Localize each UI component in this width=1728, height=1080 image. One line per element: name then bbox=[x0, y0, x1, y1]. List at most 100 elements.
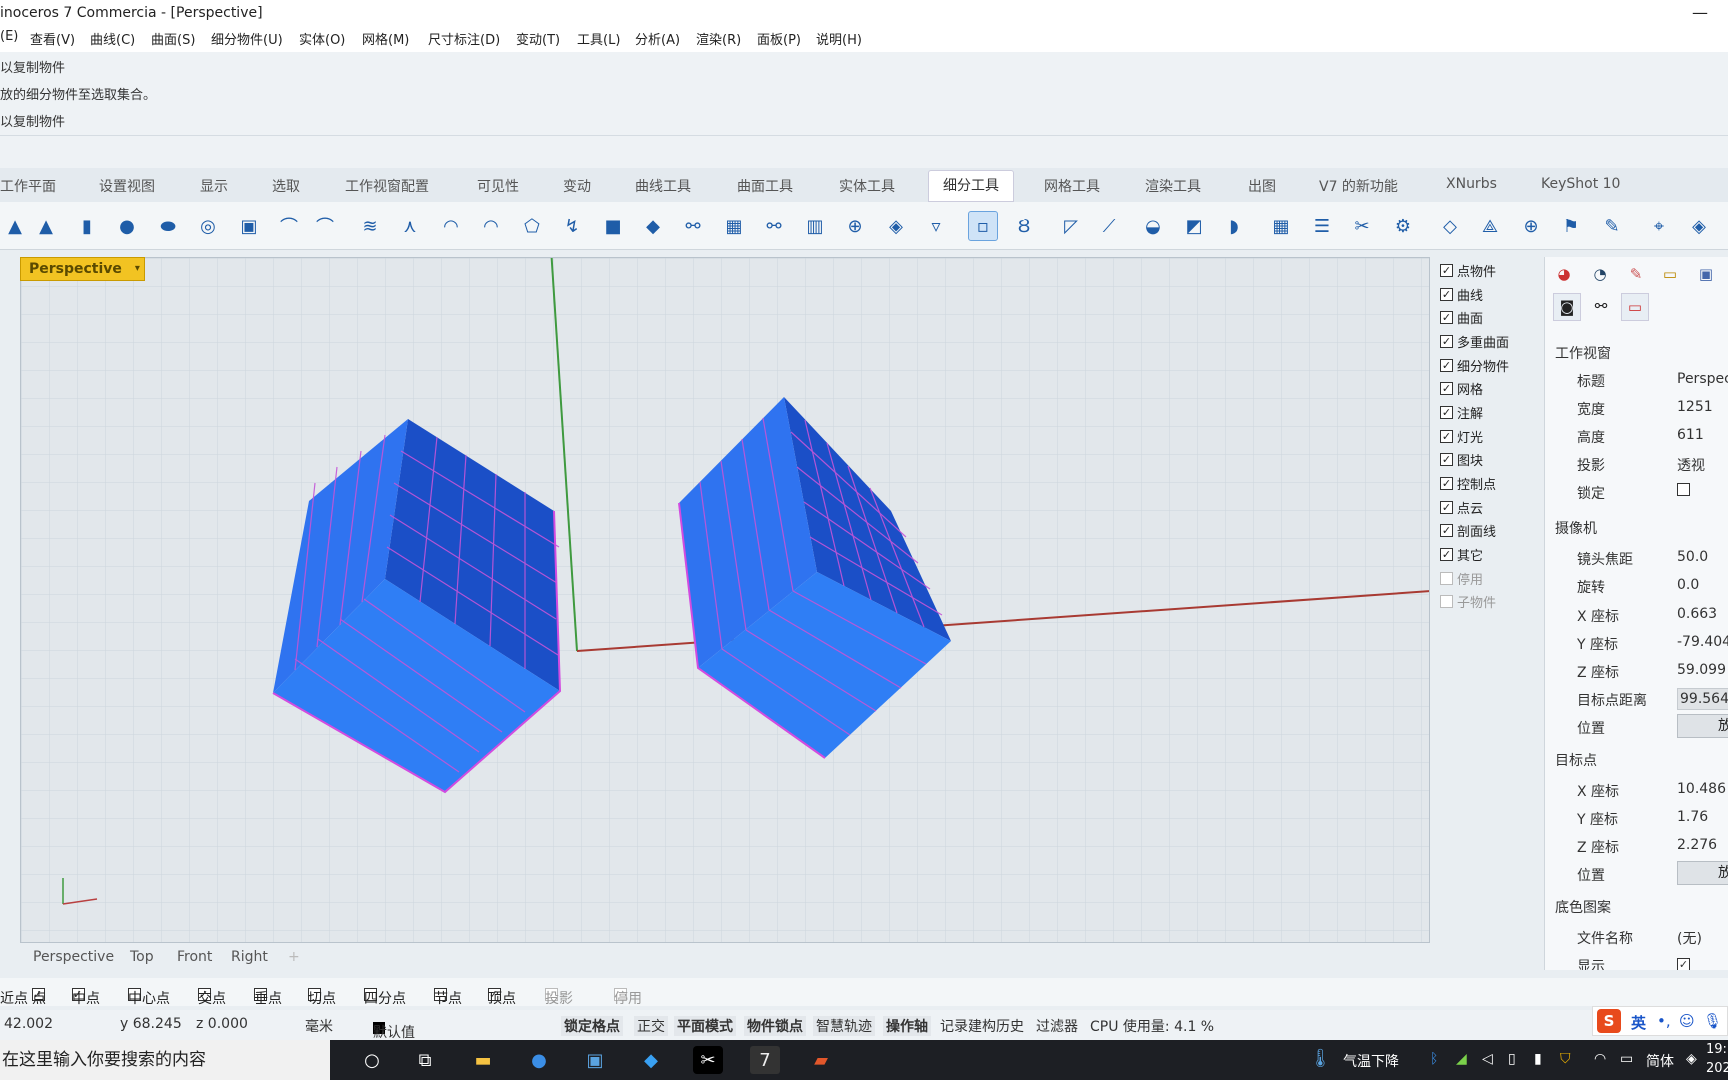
filter-item[interactable]: ✓ 多重曲面 bbox=[1440, 332, 1509, 351]
viewport-canvas[interactable] bbox=[21, 258, 1430, 943]
menu-help[interactable]: 说明(H) bbox=[816, 29, 862, 48]
checkbox-icon[interactable]: ✓ bbox=[1440, 477, 1453, 490]
filter-item[interactable]: ✓ 曲线 bbox=[1440, 285, 1483, 304]
checkbox-icon[interactable]: ✓ bbox=[1440, 501, 1453, 514]
ime-language[interactable]: 英 bbox=[1631, 1012, 1646, 1033]
record-history-toggle[interactable]: 记录建构历史 bbox=[940, 1016, 1024, 1036]
subd-patch-icon[interactable]: ≋ bbox=[355, 211, 385, 241]
subd-grid-sphere-icon[interactable]: ⊕ bbox=[840, 211, 870, 241]
viewport-dropdown-icon[interactable]: ▾ bbox=[135, 258, 140, 280]
subd-sphere-icon[interactable]: ● bbox=[112, 211, 142, 241]
filter-item[interactable]: ✓ 控制点 bbox=[1440, 474, 1496, 493]
menu-curve[interactable]: 曲线(C) bbox=[90, 29, 135, 48]
subd-join-icon[interactable]: ⚯ bbox=[678, 211, 708, 241]
filter-item[interactable]: ✓ 点云 bbox=[1440, 498, 1483, 517]
target-z-value[interactable]: 2.276 bbox=[1677, 837, 1717, 853]
subd-brush-icon[interactable]: ✎ bbox=[1597, 211, 1627, 241]
subd-edit-icon[interactable]: ⬠ bbox=[517, 211, 547, 241]
checkbox-icon[interactable]: ✓ bbox=[1440, 264, 1453, 277]
tab-render-tools[interactable]: 渲染工具 bbox=[1145, 176, 1201, 196]
bluetooth-icon[interactable]: ᛒ bbox=[1430, 1051, 1438, 1067]
vp-tab-add-icon[interactable]: + bbox=[288, 949, 300, 965]
menu-panels[interactable]: 面板(P) bbox=[757, 29, 801, 48]
filter-item[interactable]: 子物件 bbox=[1440, 592, 1496, 611]
network-icon[interactable]: ▭ bbox=[1620, 1051, 1633, 1067]
tab-viewport-layout[interactable]: 工作视窗配置 bbox=[345, 176, 429, 196]
checkbox-icon[interactable] bbox=[1440, 572, 1453, 585]
checkbox-icon[interactable]: ✓ bbox=[1440, 335, 1453, 348]
tab-v7-new[interactable]: V7 的新功能 bbox=[1319, 176, 1398, 196]
title-value[interactable]: Perspec bbox=[1677, 371, 1728, 387]
subd-sweep-icon[interactable]: ⌒ bbox=[310, 211, 340, 241]
menu-analyze[interactable]: 分析(A) bbox=[635, 29, 680, 48]
sogou-icon[interactable]: S bbox=[1597, 1009, 1621, 1033]
smarttrack-toggle[interactable]: 智慧轨迹 bbox=[813, 1016, 875, 1036]
ime-mode[interactable]: 简体 bbox=[1646, 1051, 1674, 1071]
filter-item[interactable]: 停用 bbox=[1440, 569, 1483, 588]
subd-globe-icon[interactable]: ⊕ bbox=[1516, 211, 1546, 241]
subd-vertex-icon[interactable]: ⌖ bbox=[1644, 211, 1674, 241]
filter-item[interactable]: ✓ 剖面线 bbox=[1440, 521, 1496, 540]
subd-flip-icon[interactable]: ◸ bbox=[1056, 211, 1086, 241]
folder-icon[interactable]: ▭ bbox=[1659, 263, 1681, 285]
filter-item[interactable]: ✓ 其它 bbox=[1440, 545, 1483, 564]
camera-z-value[interactable]: 59.099 bbox=[1677, 662, 1726, 678]
tab-display[interactable]: 显示 bbox=[200, 176, 228, 196]
menu-view[interactable]: 查看(V) bbox=[30, 29, 75, 48]
menu-render[interactable]: 渲染(R) bbox=[696, 29, 741, 48]
subd-rail-icon[interactable]: ◠ bbox=[476, 211, 506, 241]
emoji-icon[interactable]: ☺ bbox=[1679, 1012, 1695, 1030]
tab-curve-tools[interactable]: 曲线工具 bbox=[635, 176, 691, 196]
subd-mesh-icon[interactable]: ▦ bbox=[1266, 211, 1296, 241]
filter-item[interactable]: ✓ 点物件 bbox=[1440, 261, 1496, 280]
vp-tab-right[interactable]: Right bbox=[231, 949, 268, 965]
pen-icon[interactable]: ✎ bbox=[1625, 263, 1647, 285]
filter-item[interactable]: ✓ 网格 bbox=[1440, 379, 1483, 398]
gumball-toggle[interactable]: 操作轴 bbox=[883, 1016, 931, 1036]
subd-cube-icon[interactable]: ■ bbox=[598, 211, 628, 241]
file-explorer-icon[interactable]: ▬ bbox=[468, 1046, 498, 1074]
menu-tools[interactable]: 工具(L) bbox=[577, 29, 620, 48]
command-input[interactable] bbox=[0, 136, 1728, 168]
subd-gold-flag-icon[interactable]: ⚑ bbox=[1556, 211, 1586, 241]
subd-facet-icon[interactable]: ◆ bbox=[638, 211, 668, 241]
link-icon[interactable]: ⚯ bbox=[1587, 293, 1615, 321]
tab-xnurbs[interactable]: XNurbs bbox=[1446, 176, 1497, 192]
checkbox-icon[interactable]: ✓ bbox=[1440, 430, 1453, 443]
units[interactable]: 毫米 bbox=[305, 1016, 333, 1036]
tab-transform[interactable]: 变动 bbox=[563, 176, 591, 196]
projection-value[interactable]: 透视 bbox=[1677, 455, 1705, 475]
subd-torus-icon[interactable]: ◎ bbox=[193, 211, 223, 241]
target-distance-value[interactable]: 99.564 bbox=[1677, 688, 1728, 710]
checkbox-icon[interactable]: ✓ bbox=[1440, 524, 1453, 537]
place-camera-button[interactable]: 放 bbox=[1677, 714, 1728, 738]
subd-tools-icon[interactable]: ✂ bbox=[1347, 211, 1377, 241]
target-x-value[interactable]: 10.486 bbox=[1677, 781, 1726, 797]
color-wheel-icon[interactable]: ◕ bbox=[1553, 263, 1575, 285]
checkbox-icon[interactable]: ✓ bbox=[1440, 382, 1453, 395]
clock-date[interactable]: 2022/ bbox=[1706, 1061, 1728, 1076]
lock-checkbox[interactable] bbox=[1677, 483, 1690, 500]
tab-surface-tools[interactable]: 曲面工具 bbox=[737, 176, 793, 196]
subd-skin-icon[interactable]: ⋏ bbox=[395, 211, 425, 241]
perspective-viewport[interactable] bbox=[20, 257, 1430, 943]
subd-bucket-icon[interactable]: ▿ bbox=[921, 211, 951, 241]
clock-time[interactable]: 19:1 bbox=[1706, 1042, 1728, 1057]
vp-tab-front[interactable]: Front bbox=[177, 949, 212, 965]
menu-dimension[interactable]: 尺寸标注(D) bbox=[428, 29, 500, 48]
menu-mesh[interactable]: 网格(M) bbox=[362, 29, 409, 48]
minimize-button[interactable]: — bbox=[1692, 0, 1708, 26]
grid-snap-toggle[interactable]: 锁定格点 bbox=[561, 1016, 623, 1036]
camera-y-value[interactable]: -79.404 bbox=[1677, 634, 1728, 650]
subd-slide-icon[interactable]: ◈ bbox=[881, 211, 911, 241]
checkbox-icon[interactable] bbox=[1440, 595, 1453, 608]
checkbox-icon[interactable]: ✓ bbox=[1440, 359, 1453, 372]
checkbox-icon[interactable]: ✓ bbox=[1440, 453, 1453, 466]
subd-convert-icon[interactable]: ◗ bbox=[1219, 211, 1249, 241]
task-view-icon[interactable]: ⧉ bbox=[410, 1046, 440, 1074]
frame-icon[interactable]: ▭ bbox=[1621, 293, 1649, 321]
planar-toggle[interactable]: 平面模式 bbox=[674, 1016, 736, 1036]
weather-text[interactable]: 气温下降 bbox=[1343, 1051, 1399, 1071]
lens-value[interactable]: 50.0 bbox=[1677, 549, 1708, 565]
menu-transform[interactable]: 变动(T) bbox=[516, 29, 560, 48]
